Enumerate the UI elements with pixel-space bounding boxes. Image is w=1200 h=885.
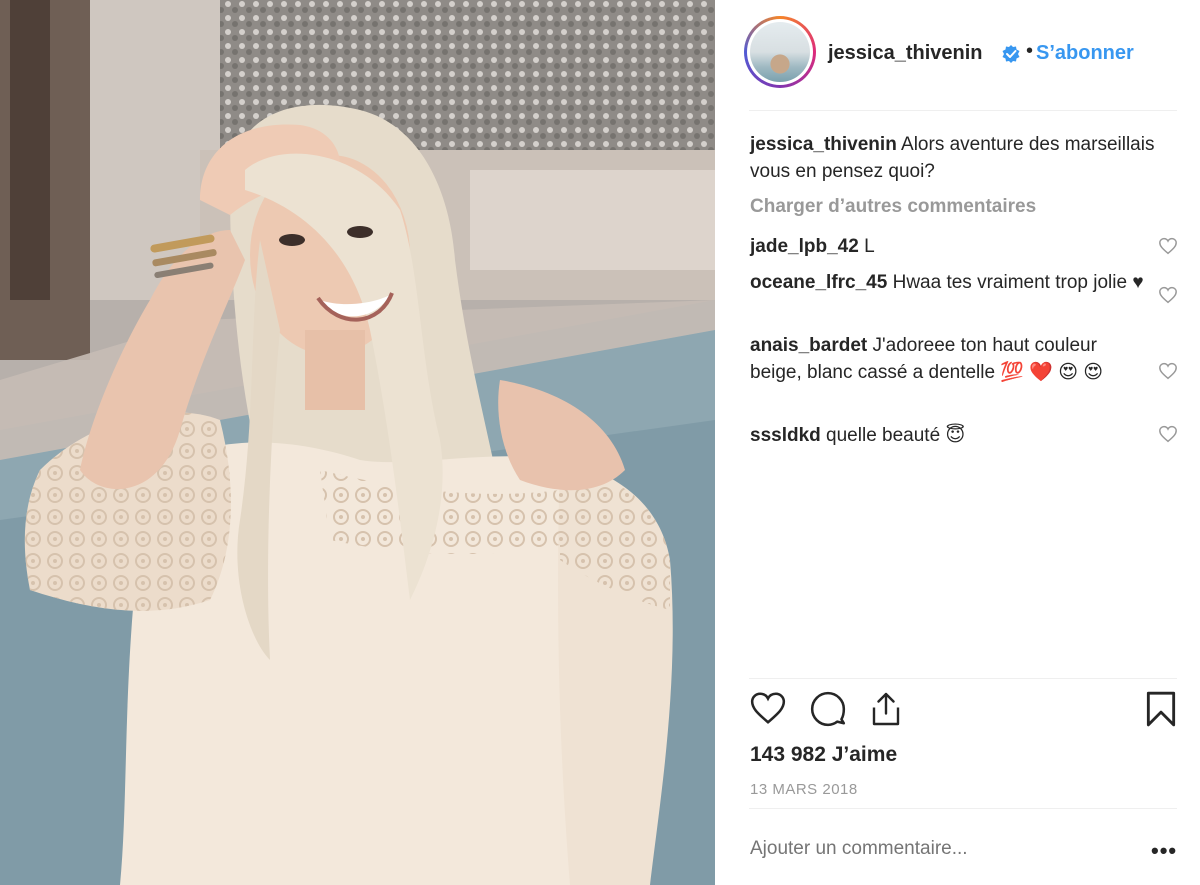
comment-username[interactable]: anais_bardet <box>750 335 867 356</box>
follow-button[interactable]: S’abonner <box>1036 42 1134 65</box>
post-photo-illustration <box>0 0 715 885</box>
action-bar <box>715 690 1200 734</box>
share-icon[interactable] <box>868 690 904 728</box>
comment-username[interactable]: sssldkd <box>750 425 821 446</box>
author-avatar[interactable] <box>744 16 816 88</box>
post-photo[interactable] <box>0 0 715 885</box>
caption-username[interactable]: jessica_thivenin <box>750 134 897 155</box>
comment-like-heart-icon[interactable] <box>1158 362 1178 380</box>
post-date: 13 MARS 2018 <box>750 781 858 798</box>
load-more-comments-button[interactable]: Charger d’autres commentaires <box>750 196 1036 218</box>
comment-item: anais_bardet J'adoreee ton haut couleur … <box>750 332 1150 386</box>
comment-box-divider <box>749 808 1177 809</box>
likes-count[interactable]: 143 982 J’aime <box>750 743 897 767</box>
comment-text: quelle beauté 😇 <box>826 425 966 446</box>
post-header: jessica_thivenin • S’abonner <box>715 0 1200 110</box>
verified-badge-icon <box>1002 45 1020 63</box>
like-heart-icon[interactable] <box>749 690 787 726</box>
comment-item: sssldkd quelle beauté 😇 <box>750 422 1150 449</box>
comment-username[interactable]: oceane_lfrc_45 <box>750 272 887 293</box>
author-username[interactable]: jessica_thivenin <box>828 42 983 65</box>
comment-item: jade_lpb_42 L <box>750 233 1150 260</box>
post-details-panel: jessica_thivenin • S’abonner jessica_thi… <box>715 0 1200 885</box>
comment-text: Hwaa tes vraiment trop jolie ♥ <box>892 272 1144 293</box>
actions-divider <box>749 678 1177 679</box>
comment-like-heart-icon[interactable] <box>1158 286 1178 304</box>
separator-dot: • <box>1026 40 1034 62</box>
avatar-image <box>750 22 810 82</box>
header-divider <box>749 110 1177 111</box>
add-comment-input[interactable] <box>750 838 1130 860</box>
comment-bubble-icon[interactable] <box>809 690 847 728</box>
comment-like-heart-icon[interactable] <box>1158 425 1178 443</box>
save-bookmark-icon[interactable] <box>1145 690 1177 728</box>
comment-like-heart-icon[interactable] <box>1158 237 1178 255</box>
more-options-button[interactable]: ••• <box>1151 838 1177 864</box>
comment-username[interactable]: jade_lpb_42 <box>750 236 859 257</box>
comment-item: oceane_lfrc_45 Hwaa tes vraiment trop jo… <box>750 269 1150 296</box>
comment-text: L <box>864 236 875 257</box>
post-caption: jessica_thivenin Alors aventure des mars… <box>750 131 1170 185</box>
